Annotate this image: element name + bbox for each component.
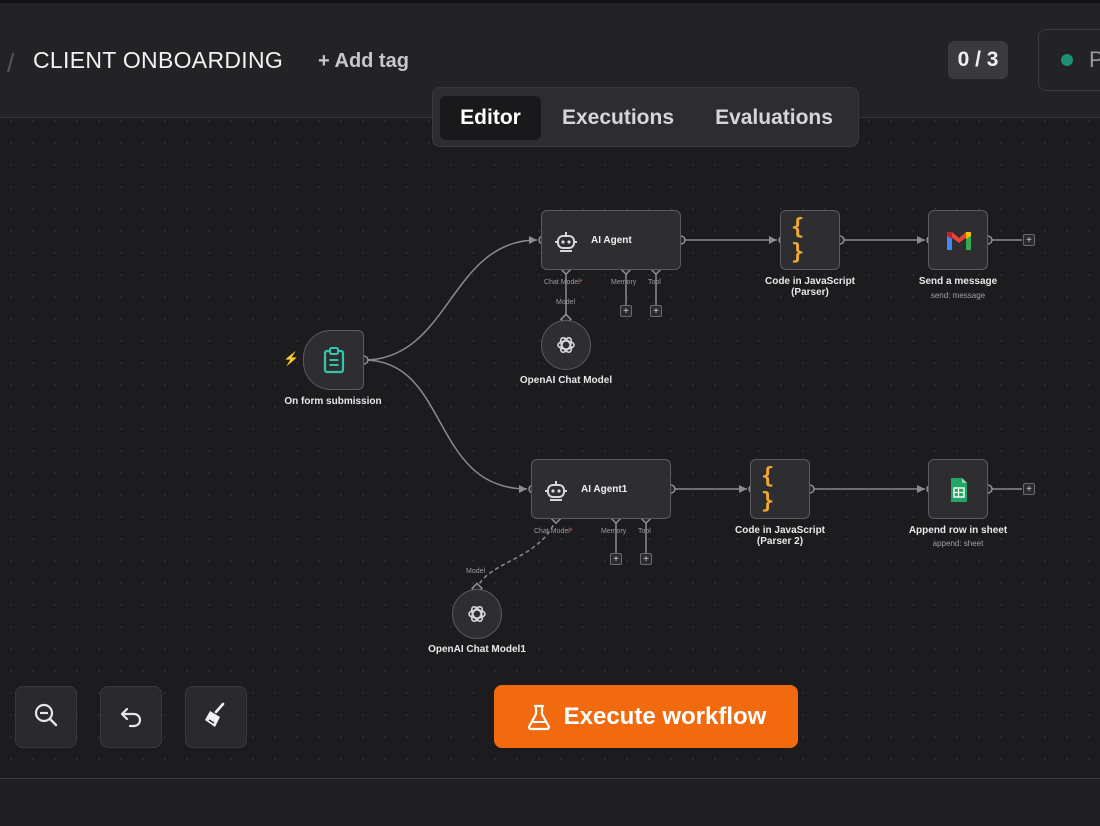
port-chat-model-label: Chat Model* — [534, 528, 573, 535]
broom-icon — [201, 700, 231, 735]
node-label-line1: Code in JavaScript — [734, 525, 826, 536]
execution-counter-badge: 0 / 3 — [948, 41, 1008, 79]
node-ai-agent[interactable]: AI Agent — [541, 210, 681, 270]
node-subtitle: send: message — [930, 291, 986, 300]
view-tabs: Editor Executions Evaluations — [432, 87, 859, 147]
execute-workflow-button[interactable]: Execute workflow — [494, 685, 798, 748]
node-label-line2: (Parser) — [791, 287, 829, 298]
node-code-javascript[interactable]: { } — [780, 210, 840, 270]
node-label-line1: Code in JavaScript — [764, 276, 856, 287]
robot-icon — [542, 476, 570, 504]
port-memory-label: Memory — [601, 528, 627, 535]
port-tool-label: Tool — [648, 279, 661, 286]
add-tool-button[interactable]: + — [640, 553, 652, 565]
port-model-label: Model — [556, 299, 576, 306]
trigger-bolt-icon: ⚡ — [283, 351, 300, 366]
tab-executions[interactable]: Executions — [548, 96, 688, 140]
port-memory-label: Memory — [611, 279, 637, 286]
add-tool-button[interactable]: + — [650, 305, 662, 317]
connection-trigger-agent2 — [363, 359, 528, 490]
node-ai-agent1[interactable]: AI Agent1 — [531, 459, 671, 519]
node-label: OpenAI Chat Model1 — [428, 644, 526, 655]
node-title: AI Agent — [591, 235, 632, 246]
node-label-line2: (Parser 2) — [756, 536, 804, 547]
node-code-javascript-2[interactable]: { } — [750, 459, 810, 519]
publish-toggle[interactable]: P — [1038, 29, 1100, 91]
add-next-node-button[interactable]: + — [1023, 483, 1035, 495]
port-chat-model-label: Chat Model* — [544, 279, 583, 286]
breadcrumb-separator: / — [7, 48, 15, 78]
port-tool-label: Tool — [638, 528, 651, 535]
node-label: Code in JavaScript (Parser 2) — [720, 525, 840, 547]
add-memory-button[interactable]: + — [620, 305, 632, 317]
openai-icon — [554, 333, 578, 357]
node-openai-chat-model1[interactable] — [452, 589, 502, 639]
node-label: Append row in sheet — [908, 525, 1008, 536]
add-memory-button[interactable]: + — [610, 553, 622, 565]
node-gmail-send[interactable] — [928, 210, 988, 270]
add-next-node-button[interactable]: + — [1023, 234, 1035, 246]
braces-icon: { } — [761, 464, 775, 514]
clipboard-icon — [320, 345, 348, 375]
flask-icon — [526, 703, 552, 731]
node-label: Code in JavaScript (Parser) — [750, 276, 870, 298]
node-label: OpenAI Chat Model — [519, 375, 613, 386]
workflow-title[interactable]: CLIENT ONBOARDING — [33, 47, 283, 74]
required-mark: * — [579, 279, 583, 286]
top-edge — [0, 0, 1100, 3]
node-label: Send a message — [918, 276, 998, 287]
bottom-panel-bar — [0, 778, 1100, 826]
undo-button[interactable] — [100, 686, 162, 748]
clear-execution-button[interactable] — [185, 686, 247, 748]
node-subtitle: append: sheet — [932, 539, 984, 548]
node-google-sheets-append[interactable] — [928, 459, 988, 519]
node-title: AI Agent1 — [581, 484, 628, 495]
port-text: Chat Model — [544, 279, 580, 286]
status-dot — [1061, 54, 1073, 66]
node-openai-chat-model[interactable] — [541, 320, 591, 370]
execute-workflow-label: Execute workflow — [563, 702, 767, 730]
braces-icon: { } — [791, 215, 805, 265]
node-label: On form submission — [284, 396, 382, 407]
gmail-icon — [945, 229, 973, 253]
tab-editor[interactable]: Editor — [440, 96, 541, 140]
zoom-out-icon — [32, 701, 60, 734]
connection-trigger-agent1 — [363, 239, 538, 361]
undo-icon — [117, 701, 145, 734]
sheets-icon — [948, 476, 970, 504]
port-model-label: Model — [466, 568, 486, 575]
node-form-trigger[interactable] — [303, 330, 364, 390]
add-tag-button[interactable]: + Add tag — [318, 50, 409, 73]
tab-evaluations[interactable]: Evaluations — [699, 96, 849, 140]
openai-icon — [465, 602, 489, 626]
port-text: Chat Model — [534, 528, 570, 535]
robot-icon — [552, 227, 580, 255]
publish-label: P — [1089, 47, 1100, 72]
required-mark: * — [569, 528, 573, 535]
zoom-out-button[interactable] — [15, 686, 77, 748]
